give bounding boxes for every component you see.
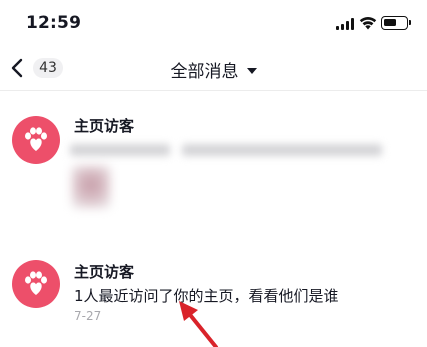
nav-bar: 43 全部消息 — [0, 46, 427, 91]
message-filter-dropdown[interactable]: 全部消息 — [0, 57, 427, 82]
battery-cap — [409, 20, 411, 25]
message-avatar — [12, 116, 60, 164]
cellular-signal-icon — [336, 18, 356, 30]
message-avatar — [12, 260, 60, 308]
page-title: 全部消息 — [170, 62, 239, 82]
message-title: 主页访客 — [74, 117, 135, 135]
message-title: 主页访客 — [74, 263, 135, 281]
battery-icon — [381, 16, 408, 30]
blurred-text — [70, 144, 170, 156]
blurred-thumbnail — [72, 166, 110, 208]
message-time: 7-27 — [74, 309, 102, 323]
status-bar: 12:59 — [0, 0, 427, 46]
blurred-text — [182, 144, 382, 156]
paw-heart-icon — [25, 127, 47, 151]
wifi-icon — [359, 17, 377, 30]
annotation-arrow-icon — [179, 301, 218, 347]
paw-heart-icon — [25, 271, 47, 295]
caret-down-icon — [246, 68, 257, 74]
message-item-visitor[interactable]: 主页访客 — [0, 91, 427, 241]
status-time: 12:59 — [26, 13, 82, 33]
